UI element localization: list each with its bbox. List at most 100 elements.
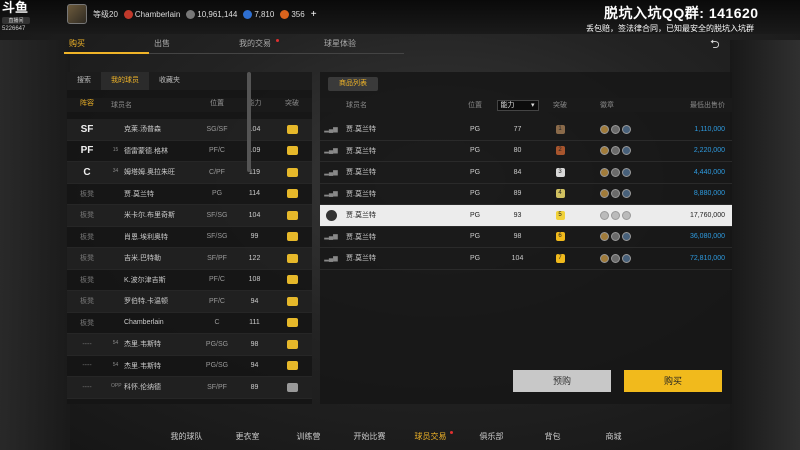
- avatar[interactable]: [67, 4, 87, 24]
- badge-cell: [575, 167, 645, 177]
- back-arrow-icon[interactable]: ⮌: [710, 38, 732, 50]
- breakthrough-cell: [272, 167, 312, 177]
- bottom-nav-label: 我的球队: [170, 432, 203, 441]
- player-row[interactable]: 板凳 肖恩.埃利奥特 SF/SG 99: [67, 227, 312, 248]
- player-number: OPP: [111, 383, 122, 390]
- listing-row[interactable]: ▂▄▆ 贾.莫兰特 PG 104 7 72,810,000: [320, 248, 732, 270]
- lineup-slot: 板凳: [80, 233, 94, 241]
- listing-position: PG: [469, 125, 481, 133]
- subtab-my-players[interactable]: 我的球员: [101, 72, 149, 90]
- add-currency-button[interactable]: +: [311, 9, 317, 20]
- header-name[interactable]: 球员名: [107, 98, 197, 112]
- player-number: [111, 297, 120, 305]
- breakthrough-badge-icon: [286, 124, 298, 134]
- header-lineup[interactable]: 阵容: [67, 98, 107, 112]
- listing-row[interactable]: ▂▄▆ 贾.莫兰特 PG 77 1 1,110,000: [320, 119, 732, 141]
- bottom-nav-label: 商城: [605, 432, 622, 441]
- market-tabs: 购买 出售 我的交易 球星体验: [64, 36, 404, 54]
- bottom-nav-item[interactable]: 俱乐部: [461, 424, 522, 450]
- breakthrough-cell: [272, 253, 312, 263]
- player-position: PG/SG: [205, 340, 229, 348]
- player-cell: 罗伯特.卡温顿: [107, 296, 197, 306]
- coin-icon: [186, 10, 196, 20]
- player-row[interactable]: 板凳 Chamberlain C 111: [67, 313, 312, 334]
- badge-cell: [575, 124, 645, 134]
- bottom-nav-item[interactable]: 球员交易: [400, 424, 461, 450]
- player-rating: 89: [250, 383, 259, 391]
- player-number: 34: [112, 168, 119, 175]
- buy-button[interactable]: 购买: [624, 370, 722, 392]
- player-name: 克莱.汤普森: [124, 126, 161, 134]
- player-position: SF/PF: [207, 254, 227, 262]
- sort-dropdown[interactable]: 能力 ▾: [496, 99, 539, 111]
- bottom-nav-item[interactable]: 商城: [583, 424, 644, 450]
- bottom-nav-item[interactable]: 开始比赛: [339, 424, 400, 450]
- subtab-search[interactable]: 搜索: [67, 72, 101, 90]
- bottom-nav-item[interactable]: 我的球队: [156, 424, 217, 450]
- player-row[interactable]: ---- OPP 科怀.伦纳德 SF/PF 89: [67, 377, 312, 399]
- signal-icon: ▂▄▆: [324, 234, 338, 241]
- breakthrough-level-badge: 7: [555, 253, 565, 263]
- player-row[interactable]: 板凳 K.波尔津吉斯 PF/C 108: [67, 270, 312, 291]
- listing-rating: 93: [513, 211, 522, 219]
- header-breakthrough[interactable]: 突破: [272, 98, 312, 112]
- tab-my-trades[interactable]: 我的交易: [234, 36, 319, 54]
- player-row[interactable]: 板凳 贾.莫兰特 PG 114: [67, 184, 312, 205]
- tab-star-trial[interactable]: 球星体验: [319, 36, 404, 54]
- badge-cell: [575, 146, 645, 156]
- listing-row[interactable]: ▂▄▆ 贾.莫兰特 PG 80 2 2,220,000: [320, 141, 732, 162]
- player-row[interactable]: ---- 54 杰里.韦斯特 PG/SG 94: [67, 356, 312, 377]
- breakthrough-cell: [272, 382, 312, 392]
- player-name: Chamberlain: [134, 9, 181, 19]
- listing-position: PG: [469, 254, 481, 262]
- listing-player-name: 贾.莫兰特: [346, 212, 376, 220]
- bottom-nav-item[interactable]: 背包: [522, 424, 583, 450]
- bottom-nav: 我的球队 更衣室 训练营 开始比赛 球员交易 俱乐部 背包 商城: [0, 424, 800, 450]
- scrollbar[interactable]: [247, 72, 251, 172]
- background-left-crowd: [0, 40, 70, 450]
- breakthrough-cell: 7: [545, 253, 575, 263]
- breakthrough-cell: [272, 296, 312, 306]
- listing-row[interactable]: ▂▄▆ 贾.莫兰特 PG 84 3 4,440,000: [320, 162, 732, 184]
- player-row[interactable]: ---- 54 杰里.韦斯特 PG/SG 98: [67, 334, 312, 356]
- header-rating[interactable]: 能力: [237, 98, 272, 112]
- player-name-group: Chamberlain: [123, 9, 181, 20]
- subtab-favorites[interactable]: 收藏夹: [149, 72, 190, 90]
- player-rating: 109: [248, 147, 261, 155]
- bottom-nav-item[interactable]: 更衣室: [217, 424, 278, 450]
- breakthrough-level-badge: 5: [555, 210, 565, 220]
- badge-icon: [600, 189, 609, 199]
- listing-rating: 80: [513, 147, 522, 155]
- player-name: 杰里.韦斯特: [124, 362, 161, 370]
- header-badges: 徽章: [600, 102, 614, 109]
- player-row[interactable]: SF 克莱.汤普森 SG/SF 104: [67, 119, 312, 141]
- bottom-nav-item[interactable]: 训练营: [278, 424, 339, 450]
- listing-min-price: 8,880,000: [693, 190, 725, 198]
- tab-buy[interactable]: 购买: [64, 36, 149, 54]
- player-name: K.波尔津吉斯: [124, 276, 166, 284]
- listing-row[interactable]: ▂▄▆ 贾.莫兰特 PG 98 6 36,080,000: [320, 227, 732, 248]
- player-row[interactable]: 板凳 吉米.巴特勒 SF/PF 122: [67, 248, 312, 270]
- player-cell: 米卡尔.布里奇斯: [107, 210, 197, 220]
- listing-row[interactable]: 贾.莫兰特 PG 93 5 17,760,000: [320, 205, 732, 227]
- player-row[interactable]: 板凳 罗伯特.卡温顿 PF/C 94: [67, 291, 312, 313]
- player-row[interactable]: PF 15 德雷蒙德.格林 PF/C 109: [67, 141, 312, 162]
- player-table-header: 阵容 球员名 位置 能力 突破: [67, 98, 312, 112]
- header-name: 球员名: [346, 102, 367, 109]
- header-breakthrough: 突破: [553, 102, 567, 109]
- listing-player-name: 贾.莫兰特: [346, 169, 376, 177]
- diamond-icon: [243, 10, 253, 20]
- header-position[interactable]: 位置: [197, 98, 237, 112]
- tab-sell[interactable]: 出售: [149, 36, 234, 54]
- listing-position: PG: [469, 233, 481, 241]
- badge-icon: [611, 146, 620, 156]
- player-row[interactable]: 板凳 米卡尔.布里奇斯 SF/SG 104: [67, 205, 312, 227]
- player-rating: 108: [248, 276, 261, 284]
- listing-row[interactable]: ▂▄▆ 贾.莫兰特 PG 89 4 8,880,000: [320, 184, 732, 205]
- preorder-button[interactable]: 预购: [513, 370, 611, 392]
- badge-icon: [622, 124, 631, 134]
- lineup-slot: 板凳: [80, 319, 94, 327]
- player-row[interactable]: C 34 姆塔姆.奥拉朱旺 C/PF 119: [67, 162, 312, 184]
- background-right-arena: [730, 40, 800, 450]
- badge-icon: [622, 210, 631, 220]
